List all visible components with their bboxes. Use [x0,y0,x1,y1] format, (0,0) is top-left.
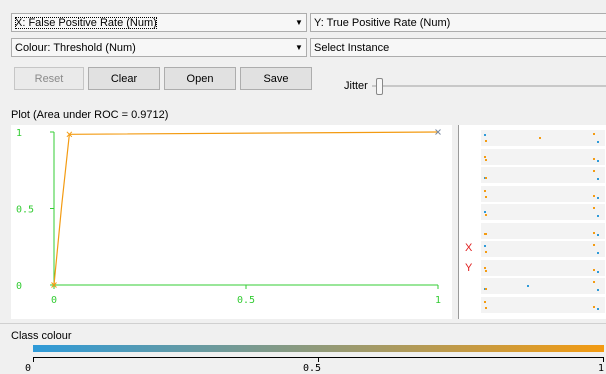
roc-plot-svg: 0 0.5 1 0 0.5 1 [16,128,441,306]
matrix-cell[interactable] [481,148,605,165]
matrix-point [485,140,487,142]
matrix-point [593,231,595,234]
matrix-cell[interactable] [481,259,605,276]
x-tick-label: 1 [435,295,441,306]
chevron-down-icon: ▼ [295,43,303,52]
matrix-point [484,211,486,213]
matrix-point [484,134,486,136]
matrix-point [484,155,486,158]
jitter-label: Jitter [344,80,368,92]
scale-tick-05 [318,357,319,362]
x-tick-label: 0.5 [237,295,255,306]
matrix-point [597,252,599,254]
matrix-point [597,233,599,236]
y-tick-label: 1 [16,128,22,139]
select-instance-select[interactable]: Select Instance [310,38,606,57]
matrix-point [485,177,487,179]
separator [0,323,606,324]
matrix-point [593,157,595,160]
chevron-down-icon: ▼ [295,18,303,27]
matrix-point [485,288,487,290]
x-axis-select-label: X: False Positive Rate (Num) [15,16,157,29]
matrix-point [593,268,595,271]
matrix-point [539,137,541,139]
y-axis-select[interactable]: Y: True Positive Rate (Num) [310,13,606,32]
scale-tick-1 [603,357,604,362]
matrix-point [593,244,595,246]
jitter-slider-track[interactable] [372,85,606,87]
class-colour-label: Class colour [11,330,72,342]
scale-tick-0 [33,357,34,362]
matrix-cell[interactable] [481,204,605,220]
matrix-point [484,300,486,303]
matrix-point [597,196,599,199]
matrix-point [485,158,487,161]
open-button[interactable]: Open [164,67,236,90]
plot-title: Plot (Area under ROC = 0.9712) [11,109,169,121]
clear-button[interactable]: Clear [88,67,160,90]
matrix-x-label: X [465,242,473,254]
y-tick-label: 0.5 [16,205,34,216]
save-button[interactable]: Save [240,67,312,90]
scale-label-1: 1 [598,363,605,374]
matrix-point [597,141,599,143]
colour-select[interactable]: Colour: Threshold (Num) ▼ [11,38,307,57]
matrix-point [597,270,599,273]
matrix-point [485,232,487,235]
matrix-cell[interactable] [481,278,605,294]
roc-curve-line [53,131,439,286]
matrix-cell[interactable] [481,130,605,146]
colour-select-label: Colour: Threshold (Num) [15,41,136,54]
x-axis-select[interactable]: X: False Positive Rate (Num) ▼ [11,13,307,32]
matrix-point [484,245,486,247]
x-tick-label: 0 [51,295,57,306]
matrix-point [485,251,487,253]
matrix-point [485,306,487,309]
matrix-point [597,178,599,180]
matrix-point [593,170,595,172]
matrix-point [593,281,595,283]
matrix-point [593,133,595,135]
matrix-point [593,207,595,209]
reset-button[interactable]: Reset [14,67,84,90]
matrix-point [484,266,486,269]
jitter-slider-thumb[interactable] [376,78,383,95]
matrix-cell[interactable] [481,222,605,239]
matrix-cell[interactable] [481,185,605,202]
matrix-point [597,159,599,162]
matrix-point [593,194,595,197]
roc-plot[interactable]: 0 0.5 1 0 0.5 1 [11,125,452,319]
matrix-point [485,269,487,272]
attribute-matrix[interactable]: X Y [458,125,606,319]
matrix-cell[interactable] [481,241,605,257]
scale-label-0: 0 [25,363,32,374]
matrix-point [597,289,599,291]
matrix-point [597,307,599,310]
matrix-point [597,215,599,217]
matrix-point [485,214,487,216]
matrix-point [484,189,486,192]
matrix-point [593,305,595,308]
matrix-cell[interactable] [481,296,605,313]
y-tick-label: 0 [16,281,22,292]
matrix-point [485,195,487,198]
matrix-y-label: Y [465,262,473,274]
scale-label-05: 0.5 [303,363,322,374]
select-instance-label: Select Instance [314,41,390,54]
matrix-cell[interactable] [481,167,605,183]
y-axis-select-label: Y: True Positive Rate (Num) [314,16,451,29]
class-colour-gradient [33,345,604,352]
matrix-point [527,285,529,287]
